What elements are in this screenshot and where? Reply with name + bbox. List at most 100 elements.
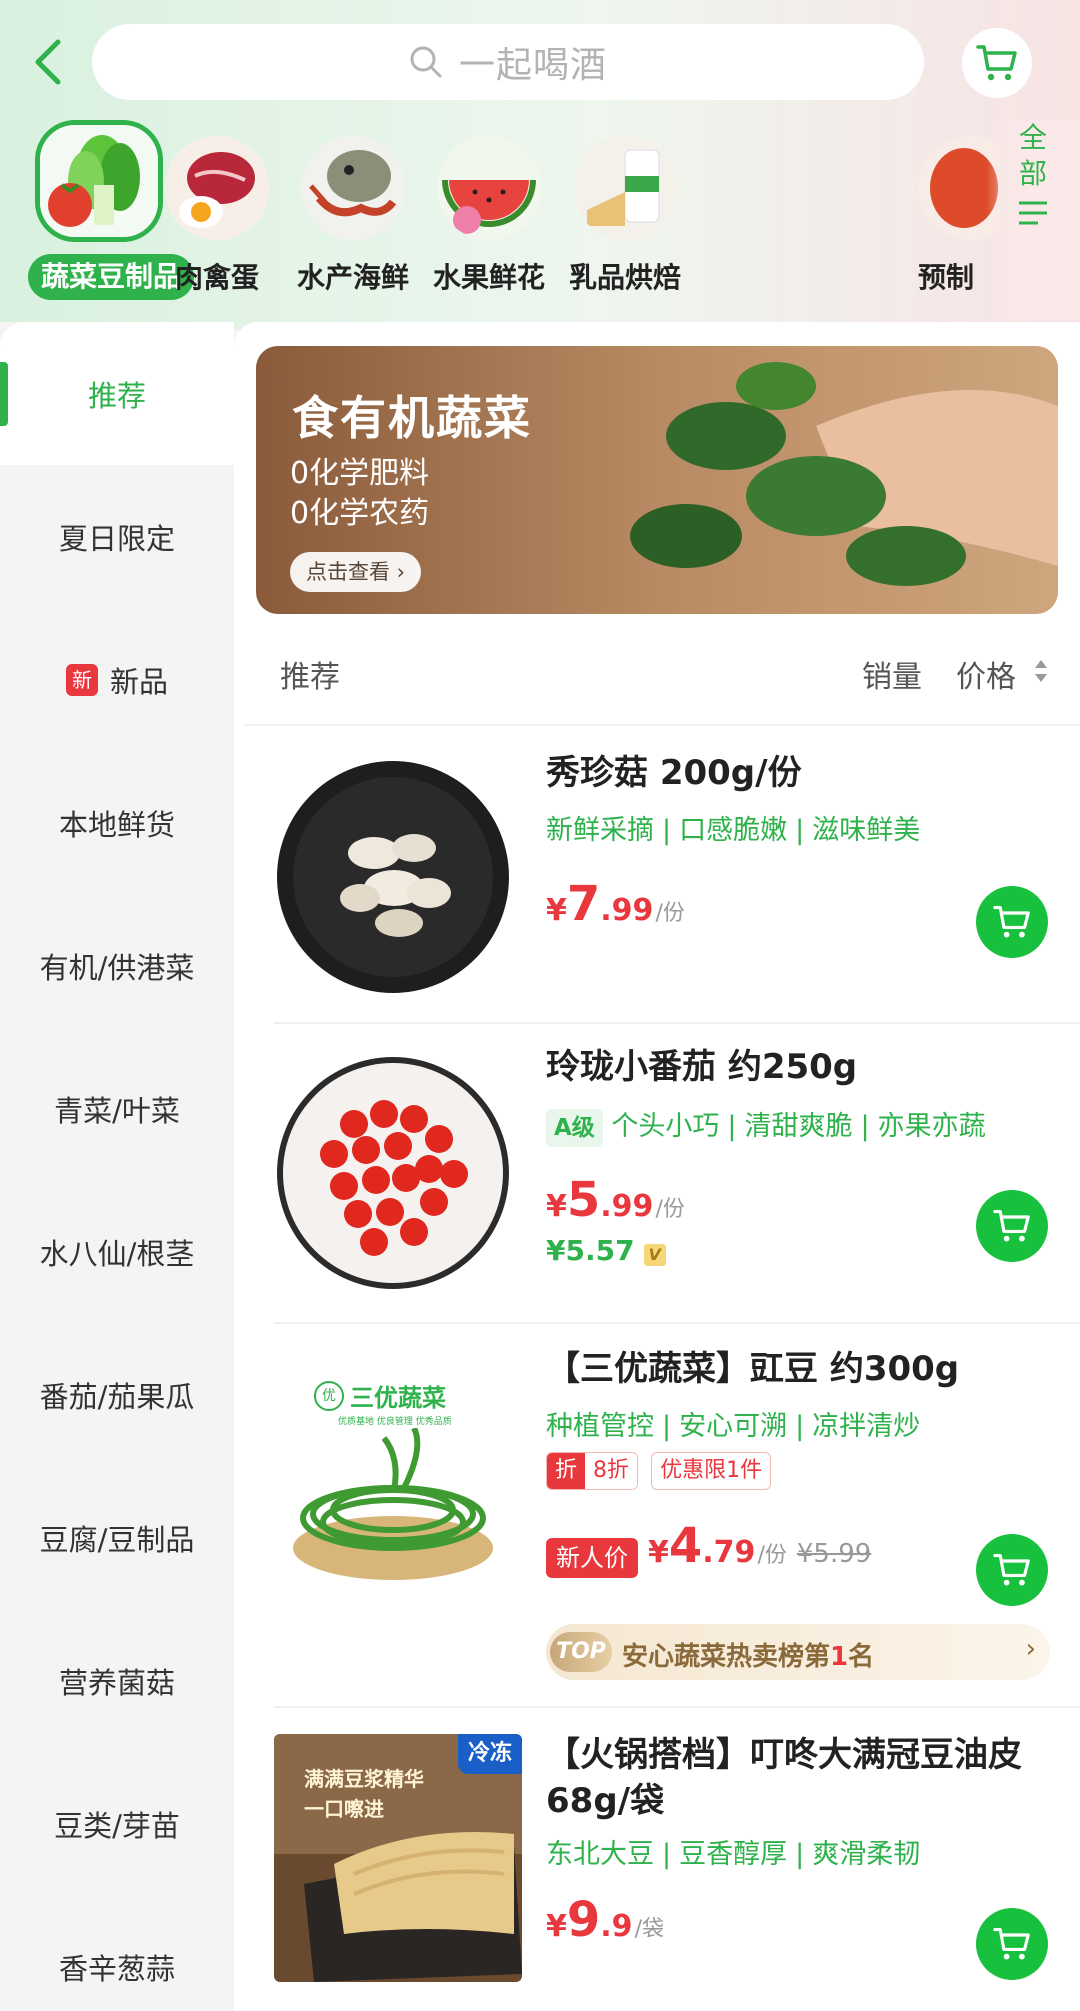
sidebar-item-label: 番茄/茄果瓜 (39, 1379, 195, 1414)
frozen-badge: 冷冻 (457, 1734, 522, 1774)
category-prepared[interactable]: 预制 (890, 118, 1000, 308)
header: 一起喝酒 蔬菜豆制品 肉禽蛋 水产海鲜 水果鲜花 乳品烘焙 预制 全 部 (0, 0, 1080, 330)
sidebar-item-beans[interactable]: 豆类/芽苗 (0, 1752, 234, 1895)
all-label-2: 部 (1018, 157, 1047, 190)
top-badge: TOP (550, 1632, 612, 1672)
sidebar-item-tofu[interactable]: 豆腐/豆制品 (0, 1466, 234, 1609)
sidebar-item-mushroom[interactable]: 营养菌菇 (0, 1609, 234, 1752)
tag: 豆香醇厚 (679, 1839, 788, 1870)
product-card[interactable]: 秀珍菇 200g/份 新鲜采摘 | 口感脆嫩 | 滋味鲜美 ¥7.99/份 (234, 726, 1080, 1026)
sidebar-item-label: 推荐 (87, 378, 146, 413)
product-card[interactable]: 满满豆浆精华 一口嚓进 冷冻 【火锅搭档】叮咚大满冠豆油皮 68g/袋 东北大豆… (234, 1708, 1080, 2011)
search-placeholder: 一起喝酒 (458, 45, 607, 86)
discount-tag: 折 8折 (546, 1452, 639, 1490)
product-price: ¥7.99/份 (546, 876, 685, 932)
cart-button[interactable] (962, 28, 1032, 98)
sidebar-item-spices[interactable]: 香辛葱蒜 (0, 1895, 234, 2011)
product-name: 【火锅搭档】叮咚大满冠豆油皮 68g/袋 (546, 1735, 1022, 1821)
sidebar-item-organic[interactable]: 有机/供港菜 (0, 894, 234, 1037)
sidebar-item-new[interactable]: 新新品 (0, 608, 234, 751)
ranking-prefix: 安心蔬菜热卖榜第 (622, 1642, 831, 1672)
product-card[interactable]: 优 三优蔬菜 优质基地 优良管理 优秀品质 【三优蔬菜】豇豆 约300g 种植管… (234, 1324, 1080, 1704)
sidebar-item-label: 有机/供港菜 (39, 950, 195, 985)
menu-lines-icon (1019, 201, 1047, 225)
sidebar-item-tomato[interactable]: 番茄/茄果瓜 (0, 1323, 234, 1466)
banner-view-button[interactable]: 点击查看 › (290, 552, 422, 592)
hot-ranking-bar[interactable]: TOP 安心蔬菜热卖榜第1名 › (546, 1624, 1050, 1680)
back-arrow-icon[interactable] (22, 34, 78, 90)
tag: 安心可溯 (679, 1411, 788, 1442)
new-customer-badge: 新人价 (546, 1537, 638, 1578)
product-card[interactable]: 玲珑小番茄 约250g A级 个头小巧 | 清甜爽脆 | 亦果亦蔬 ¥5.99/份 ¥5… (234, 1024, 1080, 1324)
category-label: 预制 (918, 261, 975, 294)
image-caption-2: 一口嚓进 (304, 1797, 384, 1821)
ranking-number: 1 (830, 1642, 849, 1672)
currency: ¥ (648, 1535, 669, 1570)
ranking-text: 安心蔬菜热卖榜第1名 (622, 1636, 874, 1673)
sort-sales[interactable]: 销量 (862, 652, 922, 696)
product-panel: 食有机蔬菜 0化学肥料 0化学农药 点击查看 › 推荐 销量 价格 秀珍菇 20… (234, 322, 1080, 2011)
promo-banner[interactable]: 食有机蔬菜 0化学肥料 0化学农药 点击查看 › (256, 346, 1058, 614)
vip-badge: V (643, 1244, 666, 1266)
sidebar-item-recommend[interactable]: 推荐 (0, 322, 234, 465)
price-integer: 5 (566, 1172, 601, 1228)
product-tags: 东北大豆 | 豆香醇厚 | 爽滑柔韧 (546, 1839, 921, 1870)
sidebar-item-label: 豆类/芽苗 (54, 1808, 180, 1843)
chevron-right-icon: › (1025, 1634, 1036, 1664)
price-integer: 9 (566, 1892, 601, 1948)
sidebar-item-local[interactable]: 本地鲜货 (0, 751, 234, 894)
add-to-cart-button[interactable] (976, 1534, 1048, 1606)
original-price: ¥5.99 (796, 1539, 872, 1569)
tag: 口感脆嫩 (679, 815, 788, 846)
sidebar-item-label: 青菜/叶菜 (54, 1093, 180, 1128)
category-sidebar: 推荐 夏日限定 新新品 本地鲜货 有机/供港菜 青菜/叶菜 水八仙/根茎 番茄/… (0, 322, 234, 2011)
new-badge: 新 (65, 663, 98, 696)
product-tags: 新鲜采摘 | 口感脆嫩 | 滋味鲜美 (546, 815, 921, 846)
price-integer: 4 (668, 1518, 703, 1574)
cart-icon (993, 1210, 1030, 1242)
tag: 亦果亦蔬 (877, 1111, 986, 1142)
sort-price[interactable]: 价格 (956, 652, 1016, 696)
sort-arrows-icon[interactable] (1034, 658, 1048, 684)
add-to-cart-button[interactable] (976, 1190, 1048, 1262)
search-icon (410, 46, 442, 78)
currency: ¥ (546, 1909, 567, 1944)
sidebar-item-summer[interactable]: 夏日限定 (0, 465, 234, 608)
price-unit: /份 (655, 1197, 685, 1222)
cart-icon (993, 1554, 1030, 1586)
product-name: 玲珑小番茄 约250g (546, 1047, 858, 1087)
discount-value: 8折 (585, 1453, 638, 1489)
sidebar-item-label: 夏日限定 (58, 521, 175, 556)
product-tags: A级 个头小巧 | 清甜爽脆 | 亦果亦蔬 (546, 1104, 986, 1147)
add-to-cart-button[interactable] (976, 886, 1048, 958)
product-image: 优 三优蔬菜 优质基地 优良管理 优秀品质 (274, 1360, 512, 1598)
price-decimal: .99 (600, 893, 654, 928)
price-decimal: .9 (600, 1909, 633, 1944)
sidebar-item-greens[interactable]: 青菜/叶菜 (0, 1037, 234, 1180)
search-input[interactable]: 一起喝酒 (92, 24, 924, 100)
category-strip: 蔬菜豆制品 肉禽蛋 水产海鲜 水果鲜花 乳品烘焙 预制 (0, 118, 1000, 318)
sort-recommend[interactable]: 推荐 (280, 652, 340, 696)
tag: 东北大豆 (546, 1839, 654, 1870)
product-name: 【三优蔬菜】豇豆 约300g (546, 1349, 960, 1389)
product-name: 秀珍菇 200g/份 (546, 753, 802, 793)
sidebar-item-roots[interactable]: 水八仙/根茎 (0, 1180, 234, 1323)
all-categories-button[interactable]: 全 部 (986, 120, 1080, 320)
green-beans-image (293, 1428, 493, 1580)
sidebar-item-label: 新品 (109, 664, 168, 699)
brand-logo-mark: 优 (314, 1380, 344, 1411)
banner-title: 食有机蔬菜 (292, 391, 532, 445)
product-image: 满满豆浆精华 一口嚓进 冷冻 (274, 1734, 522, 1982)
dairy-image (573, 136, 677, 240)
product-tags: 种植管控 | 安心可溯 | 凉拌清炒 (546, 1411, 921, 1442)
product-price: 新人价 ¥4.79/份 ¥5.99 (546, 1518, 871, 1578)
add-to-cart-button[interactable] (976, 1908, 1048, 1980)
category-dairy[interactable]: 乳品烘焙 (540, 118, 710, 308)
all-label-1: 全 (1018, 121, 1047, 154)
tag: 种植管控 (546, 1411, 654, 1442)
category-label: 乳品烘焙 (568, 261, 681, 294)
cart-icon (993, 906, 1030, 938)
brand-name: 三优蔬菜 (350, 1384, 446, 1412)
fruit-image (437, 136, 541, 240)
tag: 清甜爽脆 (744, 1111, 853, 1142)
